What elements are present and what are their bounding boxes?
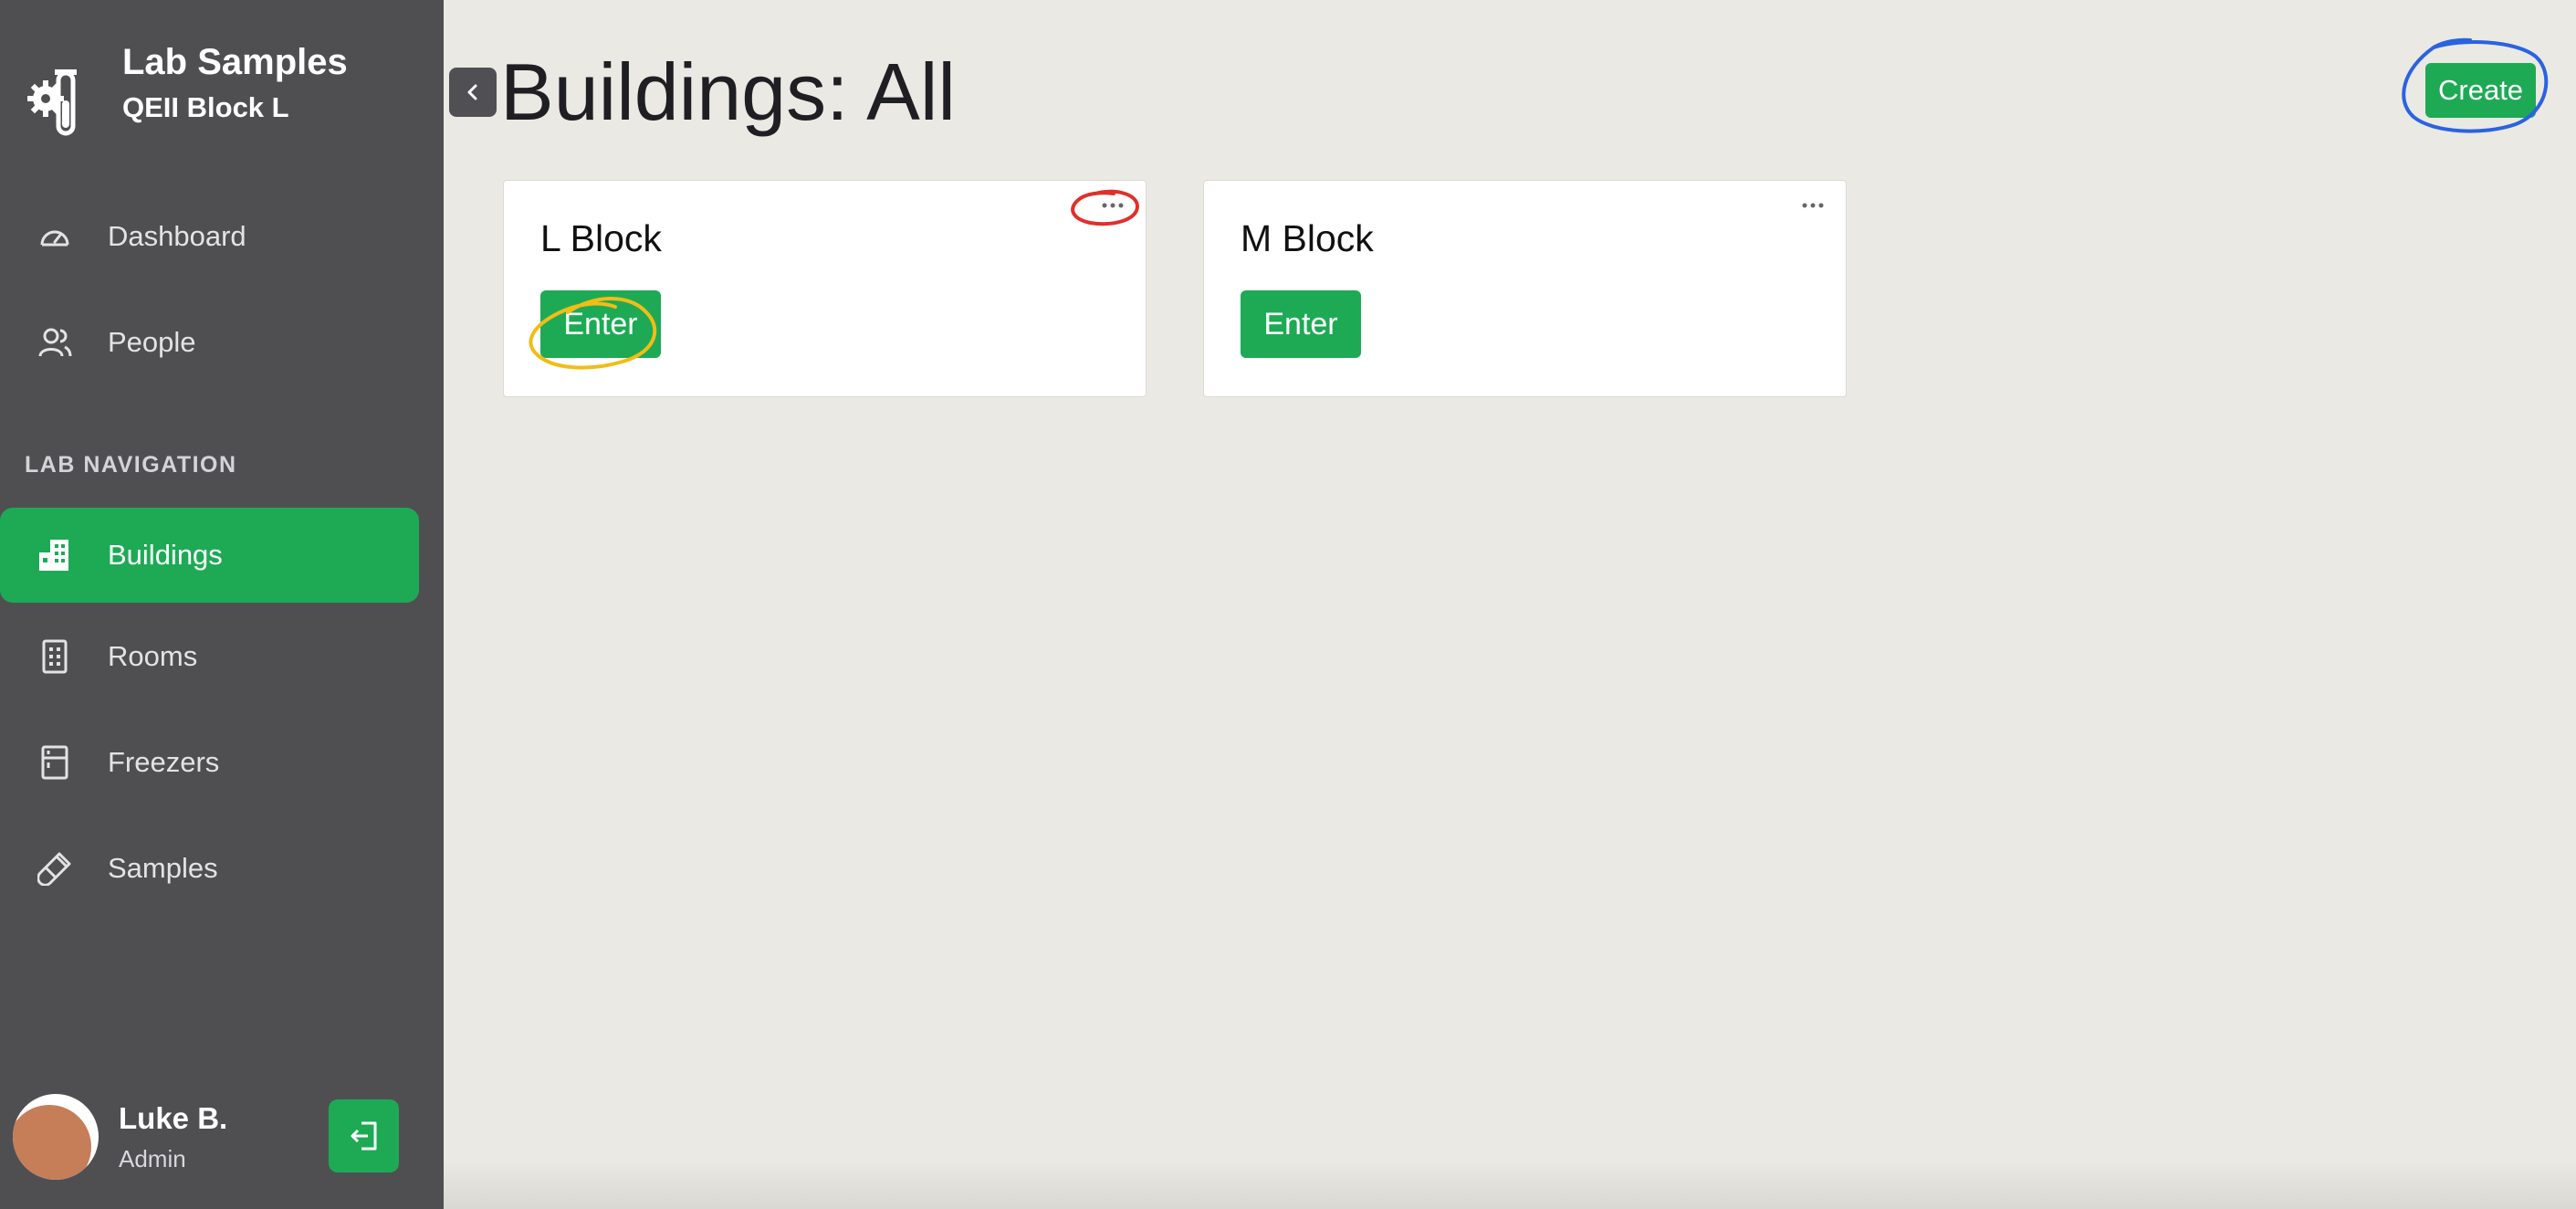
enter-button[interactable]: Enter (1241, 290, 1361, 358)
page-title: Buildings: All (500, 47, 956, 137)
sidebar-item-label: People (108, 326, 196, 358)
more-dots-icon (1802, 203, 1824, 208)
sidebar-item-label: Buildings (108, 539, 223, 571)
sidebar-item-dashboard[interactable]: Dashboard (0, 189, 419, 284)
building-card: L Block Enter (503, 180, 1147, 397)
test-tube-icon (37, 850, 73, 887)
room-icon (37, 638, 73, 675)
building-icon (37, 537, 73, 573)
logout-button[interactable] (329, 1099, 399, 1172)
building-card: M Block Enter (1203, 180, 1847, 397)
user-profile: Luke B. Admin (13, 1094, 227, 1180)
sidebar-item-label: Dashboard (108, 220, 246, 252)
card-title: L Block (540, 217, 662, 259)
card-title: M Block (1241, 217, 1374, 259)
enter-button[interactable]: Enter (540, 290, 661, 358)
gauge-icon (37, 218, 73, 255)
sidebar-item-people[interactable]: People (0, 295, 419, 390)
sidebar: Lab Samples QEII Block L Dashboard Peopl… (0, 0, 444, 1209)
avatar (13, 1094, 99, 1180)
sidebar-item-buildings[interactable]: Buildings (0, 508, 419, 603)
user-name: Luke B. (119, 1100, 228, 1135)
sidebar-item-samples[interactable]: Samples (0, 821, 419, 916)
sidebar-item-freezers[interactable]: Freezers (0, 715, 419, 810)
user-role: Admin (119, 1144, 186, 1172)
freezer-icon (37, 744, 73, 781)
brand: Lab Samples QEII Block L (27, 40, 348, 148)
bottom-shade (444, 1160, 2576, 1209)
lab-flask-gear-icon (27, 69, 77, 136)
sidebar-item-rooms[interactable]: Rooms (0, 609, 419, 704)
app-title: Lab Samples (122, 42, 348, 82)
app: Lab Samples QEII Block L Dashboard Peopl… (0, 0, 2576, 1209)
card-menu-button[interactable] (1094, 192, 1131, 219)
sidebar-item-label: Freezers (108, 746, 220, 778)
create-button[interactable]: Create (2425, 63, 2537, 118)
people-icon (37, 324, 73, 361)
more-dots-icon (1102, 203, 1124, 208)
logout-icon (351, 1121, 376, 1151)
sidebar-item-label: Samples (108, 852, 218, 884)
card-menu-button[interactable] (1795, 192, 1831, 219)
nav-section-label: LAB NAVIGATION (25, 452, 237, 478)
collapse-sidebar-button[interactable] (449, 68, 497, 117)
sidebar-item-label: Rooms (108, 640, 198, 672)
app-subtitle: QEII Block L (122, 91, 289, 123)
chevron-left-icon (467, 84, 477, 100)
